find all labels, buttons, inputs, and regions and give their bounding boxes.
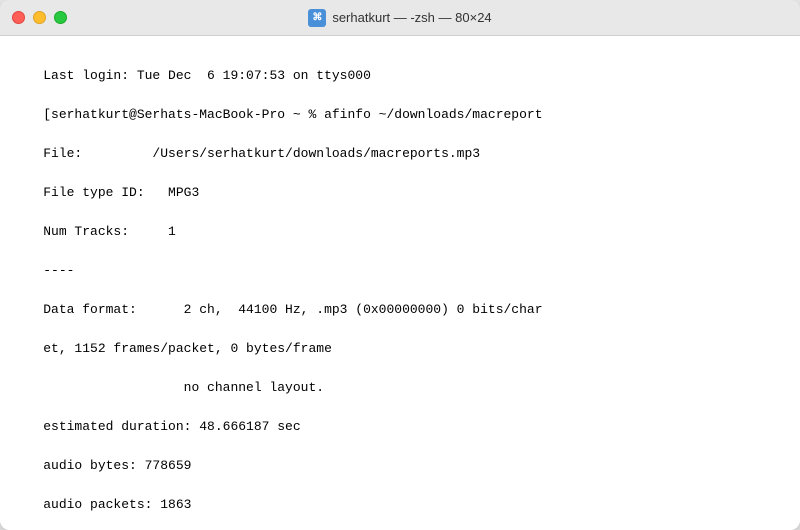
minimize-button[interactable] (33, 11, 46, 24)
terminal-line-5: Num Tracks: 1 (43, 224, 176, 239)
window-title: serhatkurt — -zsh — 80×24 (332, 10, 491, 25)
terminal-line-12: audio packets: 1863 (43, 497, 191, 512)
terminal-line-7: Data format: 2 ch, 44100 Hz, .mp3 (0x000… (43, 302, 542, 317)
terminal-line-9: no channel layout. (43, 380, 324, 395)
traffic-lights (12, 11, 67, 24)
maximize-button[interactable] (54, 11, 67, 24)
titlebar-title: ⌘ serhatkurt — -zsh — 80×24 (308, 9, 491, 27)
titlebar: ⌘ serhatkurt — -zsh — 80×24 (0, 0, 800, 36)
terminal-line-11: audio bytes: 778659 (43, 458, 191, 473)
terminal-window: ⌘ serhatkurt — -zsh — 80×24 Last login: … (0, 0, 800, 530)
terminal-line-2: [serhatkurt@Serhats-MacBook-Pro ~ % afin… (43, 107, 542, 122)
terminal-line-1: Last login: Tue Dec 6 19:07:53 on ttys00… (43, 68, 371, 83)
terminal-line-10: estimated duration: 48.666187 sec (43, 419, 300, 434)
terminal-line-6: ---- (43, 263, 74, 278)
terminal-line-3: File: /Users/serhatkurt/downloads/macrep… (43, 146, 480, 161)
terminal-body[interactable]: Last login: Tue Dec 6 19:07:53 on ttys00… (0, 36, 800, 530)
terminal-line-4: File type ID: MPG3 (43, 185, 199, 200)
close-button[interactable] (12, 11, 25, 24)
terminal-line-8: et, 1152 frames/packet, 0 bytes/frame (43, 341, 332, 356)
terminal-icon: ⌘ (308, 9, 326, 27)
